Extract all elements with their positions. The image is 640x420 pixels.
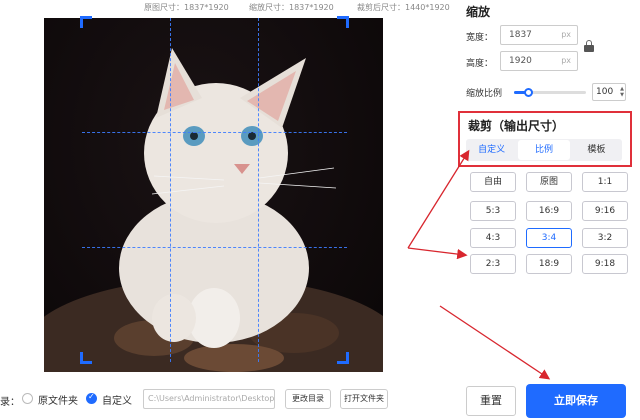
settings-panel: 缩放 宽度： 1837 px 高度： 1920 px 缩放比例 100 ▲ ▼ 裁…	[452, 0, 640, 420]
cropped-size-text: 裁剪后尺寸：1440*1920	[357, 3, 450, 12]
height-unit: px	[561, 56, 571, 65]
width-input[interactable]: 1837 px	[500, 25, 578, 45]
original-size-text: 原图尺寸：1837*1920	[144, 3, 229, 12]
output-path-input[interactable]: C:\Users\Administrator\Desktop\	[143, 389, 275, 409]
crop-section: 裁剪（输出尺寸） 自定义 比例 模板	[458, 111, 632, 167]
ratio-button[interactable]: 3:2	[582, 228, 628, 248]
crop-frame[interactable]	[80, 16, 349, 364]
crop-grid-line	[258, 18, 259, 362]
ratio-button[interactable]: 9:16	[582, 201, 628, 221]
crop-handle-top-right[interactable]	[337, 16, 349, 28]
radio-custom-folder[interactable]	[86, 392, 97, 404]
output-dir-label: 录：	[0, 397, 20, 408]
ratio-button[interactable]: 1:1	[582, 172, 628, 192]
output-bar: 录： 原文件夹 自定义 C:\Users\Administrator\Deskt…	[0, 384, 450, 414]
tab-template[interactable]: 模板	[571, 139, 622, 161]
ratio-button[interactable]: 原图	[526, 172, 572, 192]
ratio-button[interactable]: 3:4	[526, 228, 572, 248]
ratio-button[interactable]: 4:3	[470, 228, 516, 248]
crop-handle-top-left[interactable]	[80, 16, 92, 28]
scale-label: 缩放比例	[466, 89, 503, 99]
crop-title: 裁剪（输出尺寸）	[468, 119, 565, 133]
radio-original-folder[interactable]	[22, 393, 33, 404]
width-value: 1837	[509, 30, 532, 40]
change-dir-button[interactable]: 更改目录	[285, 389, 331, 409]
reset-button[interactable]: 重置	[466, 386, 516, 416]
crop-tabs: 自定义 比例 模板	[466, 139, 622, 161]
crop-grid-line	[170, 18, 171, 362]
ratio-button[interactable]: 18:9	[526, 254, 572, 274]
ratio-button[interactable]: 5:3	[470, 201, 516, 221]
scale-slider[interactable]	[514, 88, 586, 97]
ratio-button[interactable]: 自由	[470, 172, 516, 192]
height-input[interactable]: 1920 px	[500, 51, 578, 71]
open-folder-button[interactable]: 打开文件夹	[340, 389, 388, 409]
crop-grid-line	[82, 132, 347, 133]
tab-ratio[interactable]: 比例	[518, 140, 570, 160]
height-value: 1920	[509, 56, 532, 66]
spin-arrows-icon[interactable]: ▲ ▼	[620, 86, 624, 98]
ratio-button[interactable]: 9:18	[582, 254, 628, 274]
tab-custom[interactable]: 自定义	[466, 139, 517, 161]
lock-icon[interactable]	[584, 40, 594, 52]
save-button[interactable]: 立即保存	[526, 384, 626, 418]
scale-slider-thumb[interactable]	[524, 88, 534, 97]
radio-custom-folder-label[interactable]: 自定义	[102, 392, 132, 407]
ratio-button[interactable]: 2:3	[470, 254, 516, 274]
zoom-title: 缩放	[466, 5, 491, 19]
width-label: 宽度：	[466, 33, 494, 43]
crop-handle-bottom-left[interactable]	[80, 352, 92, 364]
scale-value: 100	[596, 87, 614, 97]
ratio-button[interactable]: 16:9	[526, 201, 572, 221]
crop-grid-line	[82, 247, 347, 248]
scale-input[interactable]: 100 ▲ ▼	[592, 83, 626, 101]
preview-area	[0, 16, 450, 380]
crop-handle-bottom-right[interactable]	[337, 352, 349, 364]
scaled-size-text: 缩放尺寸：1837*1920	[249, 3, 334, 12]
width-unit: px	[561, 30, 571, 39]
height-label: 高度：	[466, 59, 494, 69]
radio-original-folder-label[interactable]: 原文件夹	[38, 392, 78, 407]
